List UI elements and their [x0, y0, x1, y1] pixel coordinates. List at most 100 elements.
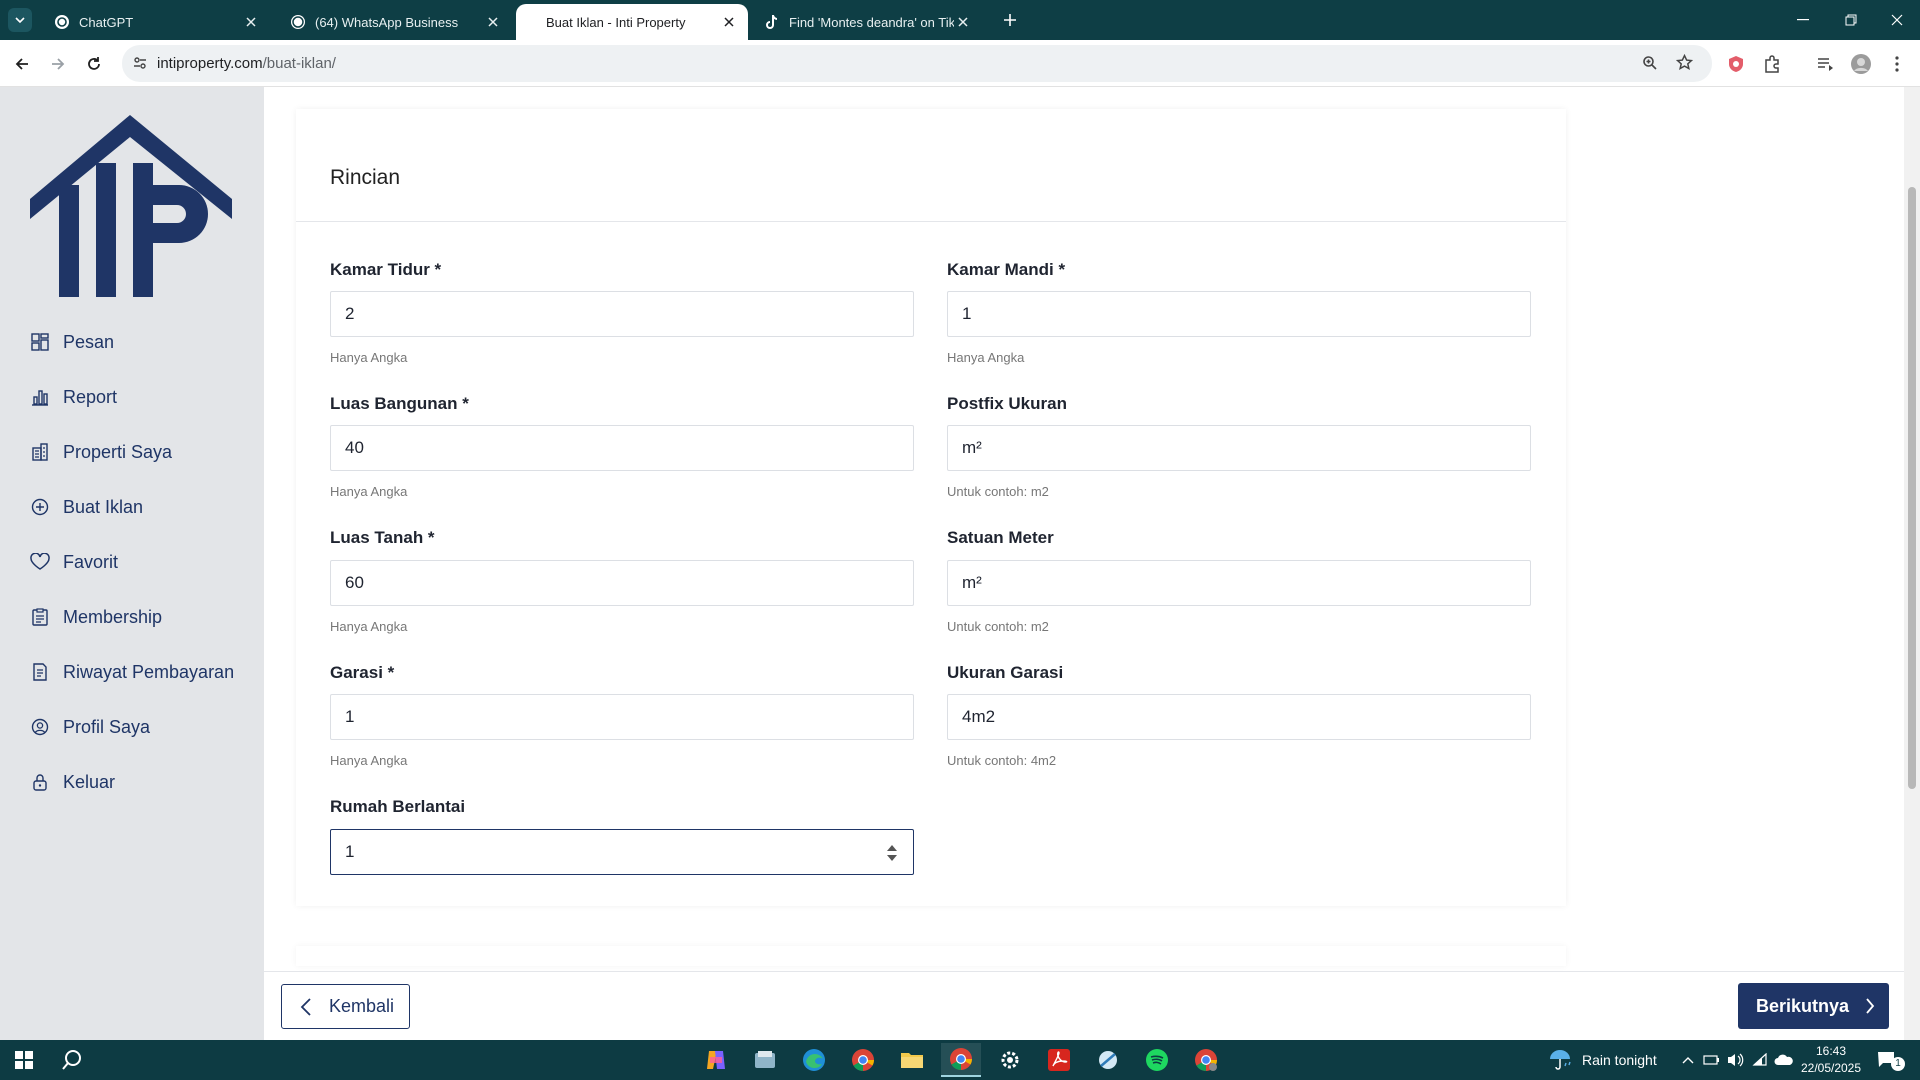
tab-whatsapp[interactable]: (64) WhatsApp Business — [276, 4, 512, 40]
bookmark-star-icon[interactable] — [1675, 53, 1694, 76]
plus-icon — [1004, 14, 1016, 26]
satuan-meter-label: Satuan Meter — [947, 528, 1054, 547]
browser-tab-strip: ChatGPT (64) WhatsApp Business Buat Ikla… — [0, 0, 1920, 40]
sidebar-item-label: Favorit — [63, 551, 119, 572]
card-divider — [296, 221, 1566, 222]
scrollbar-thumb[interactable] — [1908, 187, 1916, 789]
luas-bangunan-input[interactable]: 40 — [330, 425, 914, 471]
tab-chatgpt[interactable]: ChatGPT — [40, 4, 270, 40]
minimize-icon — [1797, 19, 1809, 21]
forward-button[interactable] — [44, 50, 72, 78]
postfix-ukuran-input[interactable]: m² — [947, 425, 1531, 471]
grid-icon — [30, 332, 50, 352]
chrome-profile-icon[interactable] — [1186, 1043, 1226, 1077]
luas-tanah-input[interactable]: 60 — [330, 560, 914, 606]
sidebar-item-riwayat-pembayaran[interactable]: Riwayat Pembayaran — [30, 657, 234, 687]
site-info-icon[interactable] — [132, 55, 148, 76]
taskbar-clock[interactable]: 16:43 22/05/2025 — [1800, 1043, 1862, 1077]
page-scrollbar[interactable] — [1904, 87, 1920, 1040]
extensions-puzzle-icon[interactable] — [1759, 51, 1785, 77]
reload-button[interactable] — [80, 50, 108, 78]
address-bar[interactable]: intiproperty.com/buat-iklan/ — [122, 45, 1712, 82]
number-spinner-icon[interactable] — [885, 842, 899, 864]
kamar-tidur-label: Kamar Tidur * — [330, 260, 442, 279]
zoom-icon[interactable] — [1642, 55, 1658, 76]
snipping-icon[interactable] — [1088, 1043, 1128, 1077]
rincian-card: Rincian Kamar Tidur * 2 Hanya Angka Kama… — [296, 109, 1566, 906]
menu-kebab-icon[interactable] — [1884, 51, 1910, 77]
weather-widget[interactable]: Rain tonight — [1548, 1040, 1657, 1080]
sidebar-item-membership[interactable]: Membership — [30, 602, 162, 632]
copilot-icon[interactable] — [696, 1043, 736, 1077]
battery-icon[interactable] — [1703, 1040, 1721, 1080]
search-icon — [62, 1050, 81, 1070]
sidebar-item-keluar[interactable]: Keluar — [30, 767, 115, 797]
spotify-icon[interactable] — [1137, 1043, 1177, 1077]
ukuran-garasi-input[interactable]: 4m2 — [947, 694, 1531, 740]
main-content: Rincian Kamar Tidur * 2 Hanya Angka Kama… — [264, 87, 1904, 1040]
taskbar-search-button[interactable] — [52, 1043, 92, 1077]
windows-logo-icon — [15, 1051, 33, 1069]
receipt-icon — [30, 662, 50, 682]
notification-center-button[interactable]: 1 — [1877, 1040, 1905, 1080]
media-queue-icon[interactable] — [1812, 51, 1838, 77]
chevron-right-icon — [1861, 995, 1879, 1017]
arrow-left-icon — [15, 58, 28, 70]
umbrella-rain-icon — [1550, 1050, 1571, 1070]
chevron-up-icon — [1682, 1057, 1694, 1064]
kamar-mandi-input[interactable]: 1 — [947, 291, 1531, 337]
plus-circle-icon — [30, 497, 50, 517]
iip-logo[interactable] — [30, 115, 235, 304]
sidebar-item-buat-iklan[interactable]: Buat Iklan — [30, 492, 143, 522]
chrome-icon[interactable] — [843, 1043, 883, 1077]
tab-title: ChatGPT — [79, 14, 134, 30]
sidebar-item-profil-saya[interactable]: Profil Saya — [30, 712, 150, 742]
close-tab-icon[interactable] — [720, 13, 738, 31]
acrobat-icon[interactable] — [1039, 1043, 1079, 1077]
wifi-icon[interactable] — [1752, 1040, 1768, 1080]
ukuran-garasi-label: Ukuran Garasi — [947, 663, 1064, 682]
file-manager-icon[interactable] — [745, 1043, 785, 1077]
close-window-button[interactable] — [1874, 0, 1920, 40]
profile-avatar-icon[interactable] — [1848, 51, 1874, 77]
kembali-button[interactable]: Kembali — [281, 984, 410, 1029]
edge-icon[interactable] — [794, 1043, 834, 1077]
settings-gear-icon[interactable] — [990, 1043, 1030, 1077]
sidebar-item-properti-saya[interactable]: Properti Saya — [30, 437, 172, 467]
show-hidden-icons-button[interactable] — [1682, 1040, 1694, 1080]
satuan-meter-input[interactable]: m² — [947, 560, 1531, 606]
new-tab-button[interactable] — [996, 8, 1024, 32]
close-tab-icon[interactable] — [954, 13, 972, 31]
tab-tiktok[interactable]: Find 'Montes deandra' on TikTok — [750, 4, 982, 40]
back-button[interactable] — [8, 50, 36, 78]
volume-icon[interactable] — [1726, 1040, 1744, 1080]
chrome-active-icon[interactable] — [941, 1043, 981, 1077]
sidebar-item-label: Pesan — [63, 331, 115, 352]
sidebar: Pesan Report Properti Saya Buat Iklan Fa… — [0, 87, 264, 1040]
luas-bangunan-label: Luas Bangunan * — [330, 394, 469, 413]
garasi-input[interactable]: 1 — [330, 694, 914, 740]
restore-button[interactable] — [1828, 0, 1874, 40]
luas-tanah-label: Luas Tanah * — [330, 528, 435, 547]
tab-buat-iklan[interactable]: Buat Iklan - Inti Property — [516, 4, 748, 40]
kamar-tidur-input[interactable]: 2 — [330, 291, 914, 337]
close-tab-icon[interactable] — [484, 13, 502, 31]
close-tab-icon[interactable] — [242, 13, 260, 31]
luas-tanah-hint: Hanya Angka — [330, 619, 408, 634]
sidebar-item-pesan[interactable]: Pesan — [30, 327, 114, 357]
kembali-label: Kembali — [329, 996, 395, 1016]
sidebar-item-label: Riwayat Pembayaran — [63, 661, 235, 682]
rumah-berlantai-input[interactable]: 1 — [330, 829, 914, 875]
sidebar-item-report[interactable]: Report — [30, 382, 117, 412]
form-footer: Kembali Berikutnya — [264, 971, 1904, 1040]
chatgpt-icon — [54, 14, 70, 30]
tab-search-button[interactable] — [8, 8, 32, 32]
weather-text: Rain tonight — [1582, 1052, 1657, 1068]
start-button[interactable] — [4, 1043, 44, 1077]
berikutnya-button[interactable]: Berikutnya — [1738, 983, 1889, 1029]
onedrive-cloud-icon[interactable] — [1774, 1040, 1794, 1080]
shield-extension-icon[interactable] — [1723, 51, 1749, 77]
sidebar-item-favorit[interactable]: Favorit — [30, 547, 118, 577]
minimize-button[interactable] — [1780, 0, 1826, 40]
explorer-folder-icon[interactable] — [892, 1043, 932, 1077]
